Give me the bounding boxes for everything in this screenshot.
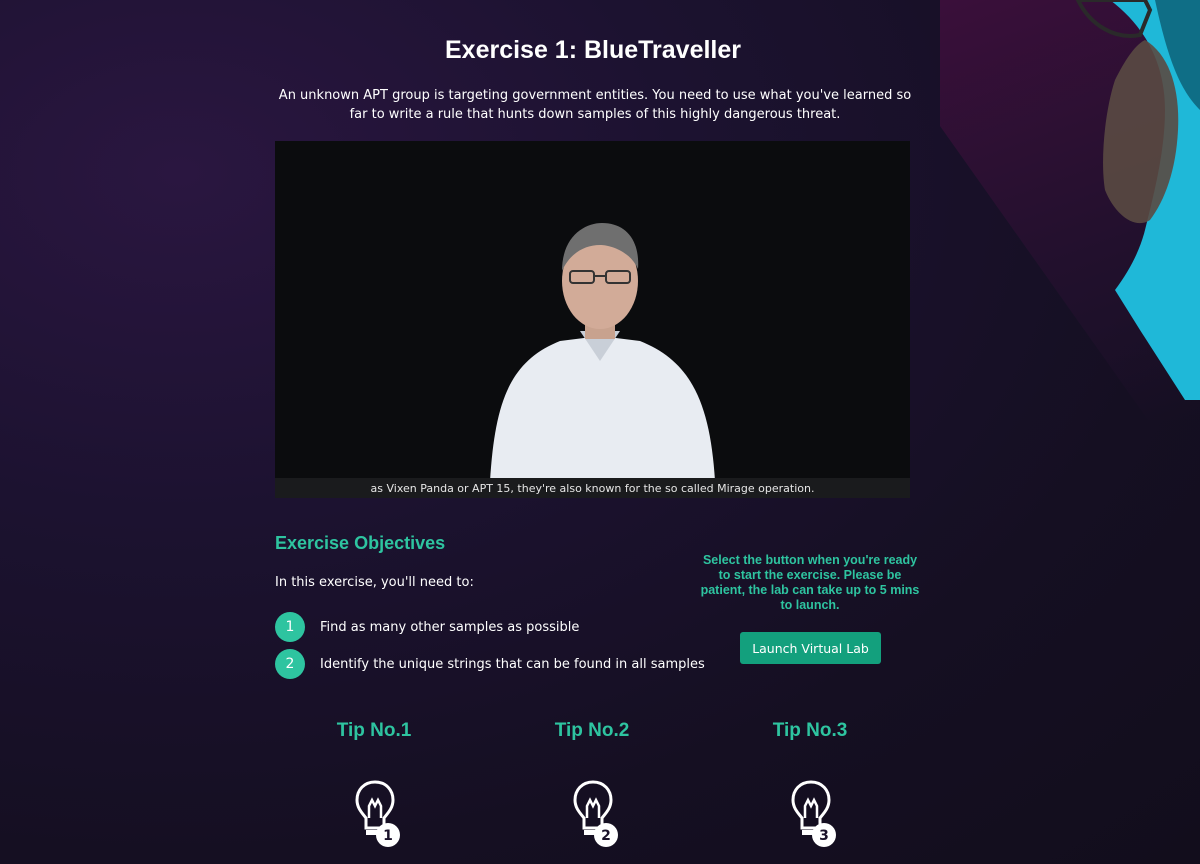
lightbulb-icon[interactable]: 2 (570, 778, 620, 850)
tip-badge-number: 3 (819, 828, 829, 844)
launch-note: Select the button when you're ready to s… (700, 553, 920, 612)
launch-virtual-lab-button[interactable]: Launch Virtual Lab (740, 632, 881, 664)
tip-title-2[interactable]: Tip No.2 (512, 720, 672, 742)
objective-text: Find as many other samples as possible (320, 619, 580, 635)
video-player[interactable]: as Vixen Panda or APT 15, they're also k… (275, 141, 910, 498)
intro-text: An unknown APT group is targeting govern… (278, 88, 912, 122)
presenter-figure (490, 223, 715, 481)
objective-item: 2 Identify the unique strings that can b… (275, 649, 705, 679)
tip-badge-number: 1 (383, 828, 393, 844)
objective-number-badge: 2 (275, 649, 305, 679)
objectives-heading: Exercise Objectives (275, 533, 446, 553)
objective-number-badge: 1 (275, 612, 305, 642)
lightbulb-icon[interactable]: 1 (352, 778, 402, 850)
lightbulb-icon[interactable]: 3 (788, 778, 838, 850)
video-caption: as Vixen Panda or APT 15, they're also k… (370, 481, 815, 495)
objective-text: Identify the unique strings that can be … (320, 656, 705, 672)
page-title: Exercise 1: BlueTraveller (444, 36, 742, 64)
tip-badge-number: 2 (601, 828, 611, 844)
objective-item: 1 Find as many other samples as possible (275, 612, 579, 642)
objectives-lead: In this exercise, you'll need to: (275, 575, 474, 590)
tip-title-1[interactable]: Tip No.1 (294, 720, 454, 742)
tip-title-3[interactable]: Tip No.3 (730, 720, 890, 742)
video-caption-bar: as Vixen Panda or APT 15, they're also k… (275, 478, 910, 498)
